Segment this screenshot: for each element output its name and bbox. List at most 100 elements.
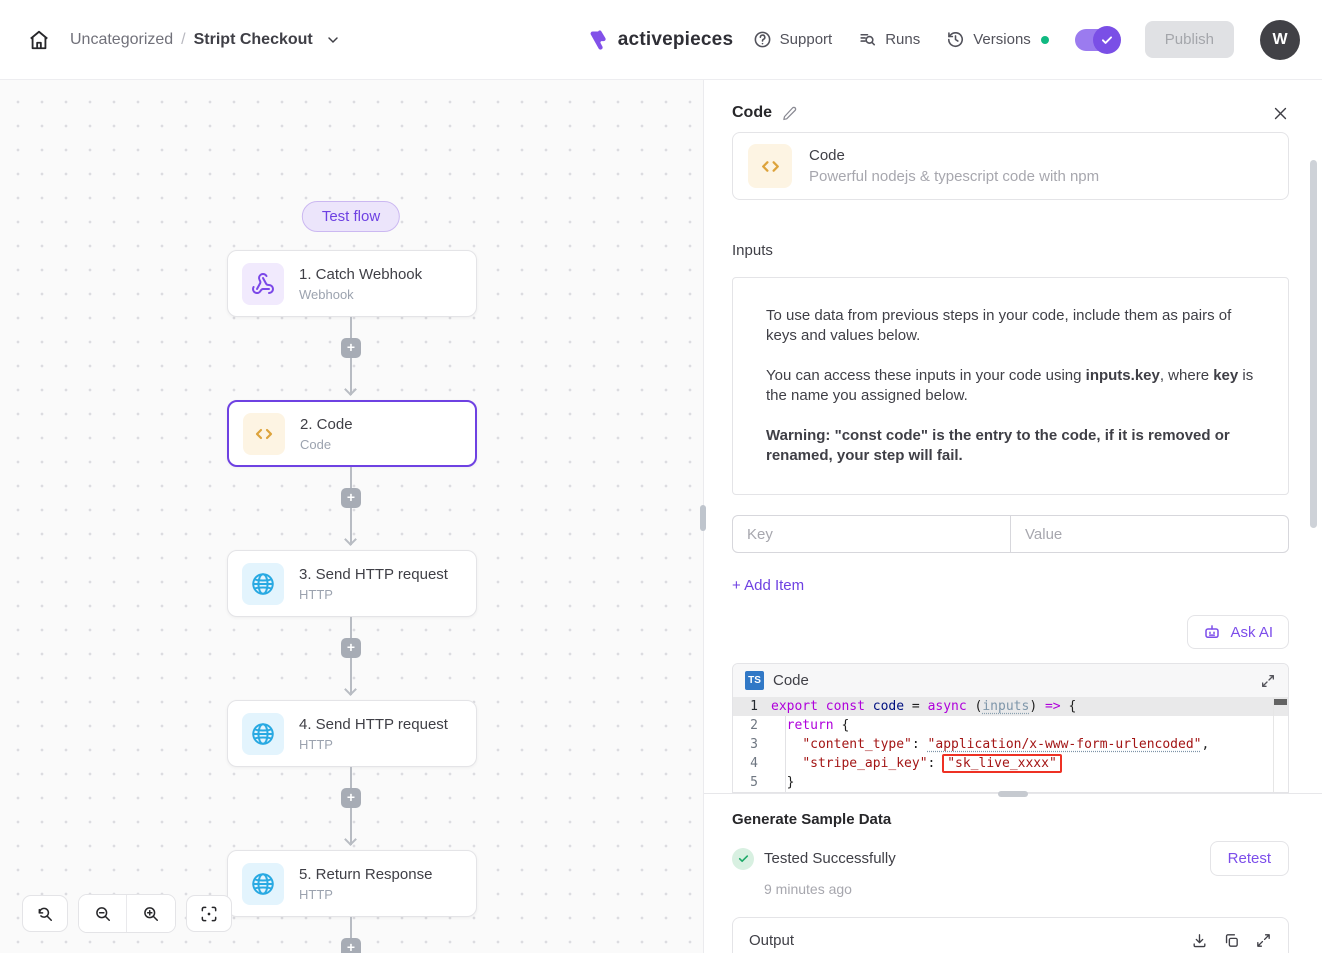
flow-canvas[interactable]: Test flow 1. Catch Webhook Webhook + 2. …: [0, 80, 703, 953]
user-avatar[interactable]: W: [1260, 20, 1300, 60]
node-text: 1. Catch Webhook Webhook: [299, 266, 422, 302]
value-input[interactable]: [1011, 516, 1288, 552]
step-info-title: Code: [809, 147, 1099, 164]
toggle-knob: [1093, 26, 1121, 54]
flow-node-send-http-1[interactable]: 3. Send HTTP request HTTP: [227, 550, 477, 617]
runs-button[interactable]: Runs: [858, 30, 920, 49]
versions-button[interactable]: Versions: [946, 30, 1049, 49]
flow-node-return-response[interactable]: 5. Return Response HTTP: [227, 850, 477, 917]
canvas-toolbar: [22, 894, 232, 933]
runs-label: Runs: [885, 31, 920, 48]
flow-node-send-http-2[interactable]: 4. Send HTTP request HTTP: [227, 700, 477, 767]
ask-ai-button[interactable]: Ask AI: [1187, 615, 1289, 649]
step-info-subtitle: Powerful nodejs & typescript code with n…: [809, 168, 1099, 185]
webhook-icon: [242, 263, 284, 305]
zoom-in-button[interactable]: [127, 895, 175, 932]
flow-node-code[interactable]: 2. Code Code: [227, 400, 477, 467]
ask-ai-label: Ask AI: [1230, 624, 1273, 641]
output-actions: [1191, 932, 1272, 949]
add-step-button[interactable]: +: [341, 638, 361, 658]
publish-button[interactable]: Publish: [1145, 21, 1234, 58]
breadcrumb-flow-name[interactable]: Stript Checkout: [194, 31, 313, 49]
connector-arrow: [344, 833, 357, 846]
node-text: 4. Send HTTP request HTTP: [299, 716, 448, 752]
node-title: 3. Send HTTP request: [299, 566, 448, 583]
add-step-button[interactable]: +: [341, 788, 361, 808]
info-paragraph-1: To use data from previous steps in your …: [766, 306, 1255, 346]
expand-icon[interactable]: [1255, 932, 1272, 949]
support-button[interactable]: Support: [753, 30, 833, 49]
connector-arrow: [344, 533, 357, 546]
panel-header: Code: [732, 104, 1289, 122]
test-timestamp: 9 minutes ago: [764, 881, 1289, 897]
step-settings-panel: Code Code Powerful nodejs & typescript c…: [703, 80, 1322, 953]
test-flow-button[interactable]: Test flow: [302, 201, 400, 232]
activepieces-logo: activepieces: [589, 29, 733, 51]
reset-zoom-button[interactable]: [22, 895, 68, 932]
add-step-button[interactable]: +: [341, 338, 361, 358]
code-line[interactable]: 3 "content_type": "application/x-www-for…: [733, 735, 1288, 754]
copy-icon[interactable]: [1223, 932, 1240, 949]
node-subtitle: HTTP: [299, 887, 432, 902]
code-editor: TS Code 1export const code = async (inpu…: [732, 663, 1289, 793]
code-editor-header: TS Code: [733, 664, 1288, 697]
code-icon: [243, 413, 285, 455]
flow-enabled-toggle[interactable]: [1075, 29, 1119, 51]
check-icon: [1100, 33, 1114, 47]
panel-scrollbar-thumb[interactable]: [1310, 160, 1317, 528]
node-subtitle: Code: [300, 437, 353, 452]
code-editor-title: Code: [773, 672, 809, 689]
chevron-down-icon[interactable]: [325, 32, 341, 48]
robot-icon: [1203, 623, 1221, 641]
output-card: Output object {2}: [732, 917, 1289, 953]
top-bar-actions: Support Runs Versions Publish W: [753, 20, 1300, 60]
panel-resize-handle[interactable]: [700, 505, 706, 531]
node-title: 2. Code: [300, 416, 353, 433]
node-text: 2. Code Code: [300, 416, 353, 452]
globe-icon: [242, 713, 284, 755]
ask-ai-row: Ask AI: [732, 615, 1289, 649]
versions-label: Versions: [973, 31, 1031, 48]
code-line[interactable]: 5 }: [733, 773, 1288, 792]
expand-icon[interactable]: [1260, 673, 1276, 689]
code-editor-body[interactable]: 1export const code = async (inputs) => {…: [733, 697, 1288, 792]
code-line[interactable]: 1export const code = async (inputs) => {: [733, 697, 1288, 716]
code-line[interactable]: 4 "stripe_api_key": "sk_live_xxxx": [733, 754, 1288, 773]
code-line[interactable]: 2 return {: [733, 716, 1288, 735]
globe-icon: [242, 863, 284, 905]
globe-icon: [242, 563, 284, 605]
retest-button[interactable]: Retest: [1210, 841, 1289, 876]
test-status-text: Tested Successfully: [764, 850, 896, 867]
connector-arrow: [344, 383, 357, 396]
fit-to-view-button[interactable]: [186, 895, 232, 932]
focus-icon: [199, 904, 219, 924]
step-info-text: Code Powerful nodejs & typescript code w…: [809, 147, 1099, 185]
zoom-out-button[interactable]: [79, 895, 127, 932]
test-status-row: Tested Successfully Retest: [732, 841, 1289, 876]
breadcrumb-separator: /: [181, 31, 185, 49]
add-step-button[interactable]: +: [341, 938, 361, 953]
section-drag-handle[interactable]: [998, 791, 1028, 797]
key-input[interactable]: [733, 516, 1010, 552]
download-icon[interactable]: [1191, 932, 1208, 949]
support-label: Support: [780, 31, 833, 48]
close-icon[interactable]: [1272, 105, 1289, 122]
node-title: 4. Send HTTP request: [299, 716, 448, 733]
home-icon[interactable]: [22, 23, 56, 57]
breadcrumb: Uncategorized / Stript Checkout: [70, 31, 341, 49]
node-title: 5. Return Response: [299, 866, 432, 883]
activepieces-logo-text: activepieces: [618, 29, 733, 51]
node-text: 3. Send HTTP request HTTP: [299, 566, 448, 602]
runs-icon: [858, 30, 877, 49]
indent-guide: [785, 716, 786, 792]
add-item-link[interactable]: + Add Item: [732, 577, 804, 594]
edit-name-icon[interactable]: [782, 106, 797, 121]
code-editor-lines: 1export const code = async (inputs) => {…: [733, 697, 1288, 792]
flow-node-catch-webhook[interactable]: 1. Catch Webhook Webhook: [227, 250, 477, 317]
editor-scrollbar-thumb[interactable]: [1274, 699, 1287, 705]
zoom-button-group: [78, 894, 176, 933]
success-check-icon: [732, 848, 754, 870]
versions-update-dot: [1041, 36, 1049, 44]
add-step-button[interactable]: +: [341, 488, 361, 508]
breadcrumb-category[interactable]: Uncategorized: [70, 31, 173, 49]
